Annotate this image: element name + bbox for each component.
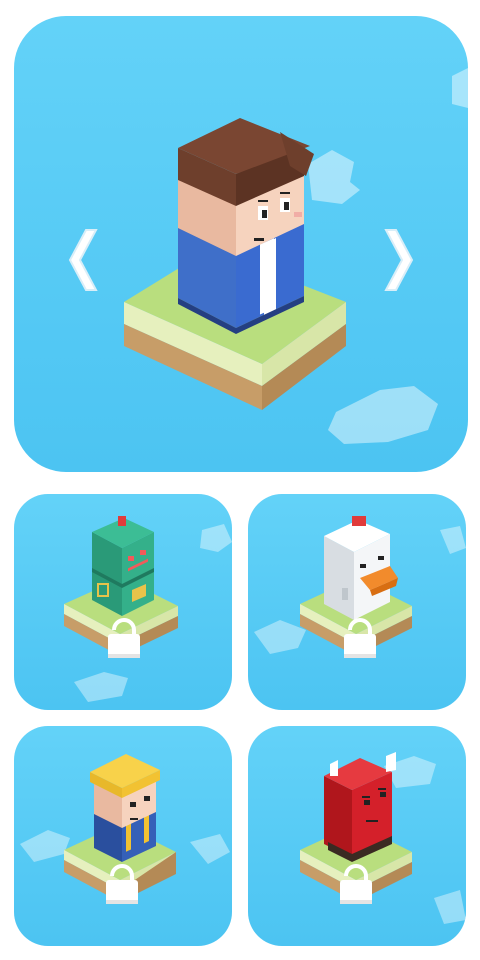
robot-character [92, 516, 154, 616]
cloud-decoration [308, 68, 468, 444]
office-guy-character [178, 118, 314, 334]
red-devil-scene [300, 752, 466, 924]
construction-worker-scene [20, 754, 230, 904]
character-card-robot[interactable] [14, 494, 232, 710]
next-character-button[interactable] [384, 229, 414, 291]
previous-character-button[interactable] [68, 229, 98, 291]
robot-scene [64, 516, 232, 702]
chicken-scene [254, 516, 466, 658]
character-card-construction-worker[interactable] [14, 726, 232, 946]
character-card-chicken[interactable] [248, 494, 466, 710]
chevron-right-icon [384, 229, 414, 291]
cloud-decoration [384, 756, 466, 924]
character-card-red-devil[interactable] [248, 726, 466, 946]
selected-character-scene [68, 68, 468, 444]
construction-worker-character [90, 754, 160, 862]
selected-character-card [14, 16, 468, 472]
chevron-left-icon [68, 229, 98, 291]
red-devil-character [324, 752, 396, 862]
